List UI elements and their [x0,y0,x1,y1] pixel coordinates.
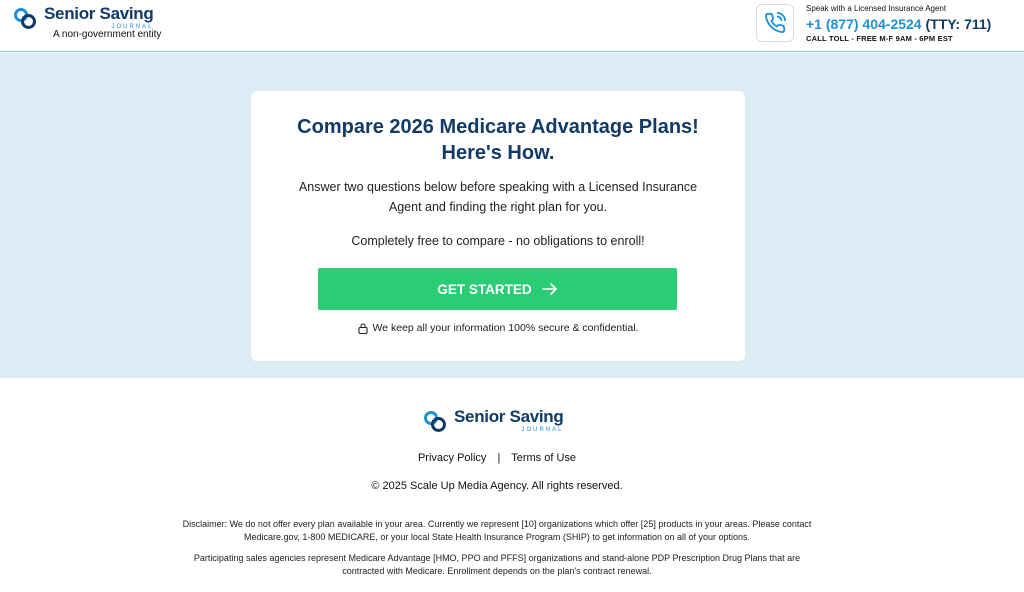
link-separator: | [497,452,501,464]
terms-of-use-link[interactable]: Terms of Use [511,452,576,464]
footer-logo-name: Senior Saving [454,407,564,426]
footer-logo[interactable]: Senior Saving JOURNAL [424,407,564,433]
site-header: Senior Saving JOURNAL A non-government e… [0,0,1024,52]
logo-name: Senior Saving [44,4,154,23]
lock-icon [357,322,368,334]
hero-title: Compare 2026 Medicare Advantage Plans! H… [297,116,699,164]
privacy-policy-link[interactable]: Privacy Policy [418,452,486,464]
logo-mark-icon [14,6,38,30]
contact-block: Speak with a Licensed Insurance Agent +1… [756,4,991,44]
phone-icon[interactable] [756,4,794,42]
phone-number[interactable]: +1 (877) 404-2524 [806,16,922,32]
disclaimer-paragraph: Disclaimer: We do not offer every plan a… [182,519,812,542]
tty-number[interactable]: (TTY: 711) [925,16,991,32]
hero-section: Compare 2026 Medicare Advantage Plans! H… [0,53,1024,378]
footer-logo-mark-icon [424,409,448,433]
disclaimer-paragraph: Participating sales agencies represent M… [193,553,801,576]
get-started-label: GET STARTED [437,281,532,297]
secure-note-text: We keep all your information 100% secure… [372,322,639,334]
footer-logo-sub: JOURNAL [521,427,564,433]
arrow-right-icon [541,283,558,295]
footer-links: Privacy Policy | Terms of Use [0,452,994,464]
hero-card: Compare 2026 Medicare Advantage Plans! H… [251,91,745,361]
tagline: A non-government entity [53,29,162,40]
hero-description: Answer two questions below before speaki… [298,180,698,214]
get-started-button[interactable]: GET STARTED [318,268,677,310]
disclaimer: Disclaimer: We do not offer every plan a… [176,518,818,578]
call-hours: CALL TOLL - FREE M-F 9AM - 6PM EST [806,34,953,43]
copyright: © 2025 Scale Up Media Agency. All rights… [371,480,623,492]
contact-label: Speak with a Licensed Insurance Agent [806,4,947,13]
phone-number-link[interactable]: +1 (877) 404-2524 (TTY: 711) [806,14,991,34]
header-logo[interactable]: Senior Saving JOURNAL [14,4,154,30]
free-note: Completely free to compare - no obligati… [351,234,645,248]
secure-note: We keep all your information 100% secure… [281,322,715,334]
